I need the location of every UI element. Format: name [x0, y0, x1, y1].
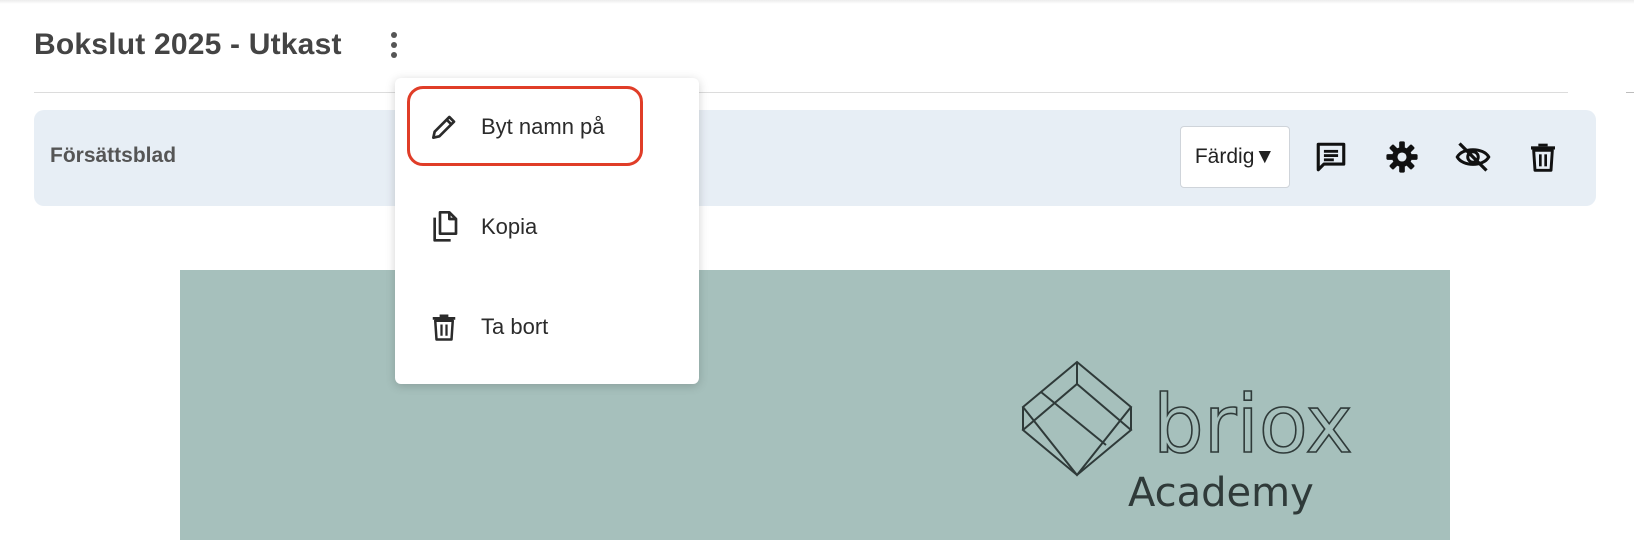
menu-item-label: Byt namn på — [481, 114, 605, 139]
visibility-toggle-button[interactable] — [1454, 138, 1492, 176]
title-row: Bokslut 2025 - Utkast — [34, 22, 342, 68]
copy-icon — [427, 210, 461, 244]
section-bar: Försättsblad Färdig▼ — [34, 110, 1596, 206]
menu-item-rename[interactable]: Byt namn på — [395, 82, 699, 172]
menu-item-copy[interactable]: Kopia — [395, 182, 699, 272]
header-divider — [34, 92, 1568, 93]
trash-icon — [427, 310, 461, 344]
logo-subtext: Academy — [1128, 470, 1314, 516]
briox-academy-logo: briox Academy — [1021, 360, 1354, 516]
menu-item-label: Kopia — [481, 214, 538, 239]
delete-section-button[interactable] — [1524, 138, 1562, 176]
comment-button[interactable] — [1312, 138, 1350, 176]
section-label: Försättsblad — [50, 144, 177, 167]
visibility-off-icon — [1455, 142, 1491, 172]
more-options-button[interactable] — [380, 28, 408, 62]
settings-button[interactable] — [1383, 138, 1421, 176]
settings-gear-icon — [1386, 141, 1418, 173]
cover-preview: briox Academy — [180, 270, 1450, 540]
logo-wordmark: briox — [1153, 378, 1353, 471]
more-vertical-icon — [391, 32, 397, 58]
top-shadow — [0, 0, 1634, 4]
edge-divider — [1626, 92, 1634, 93]
pencil-icon — [427, 110, 461, 144]
trash-icon — [1531, 143, 1555, 172]
comment-icon — [1316, 142, 1346, 172]
page-title: Bokslut 2025 - Utkast — [34, 28, 342, 61]
status-select[interactable]: Färdig▼ — [1180, 126, 1290, 188]
context-menu: Byt namn på Kopia Ta bort — [395, 78, 699, 384]
menu-item-label: Ta bort — [481, 314, 549, 339]
status-select-value: Färdig▼ — [1194, 145, 1276, 168]
menu-item-delete[interactable]: Ta bort — [395, 282, 699, 372]
